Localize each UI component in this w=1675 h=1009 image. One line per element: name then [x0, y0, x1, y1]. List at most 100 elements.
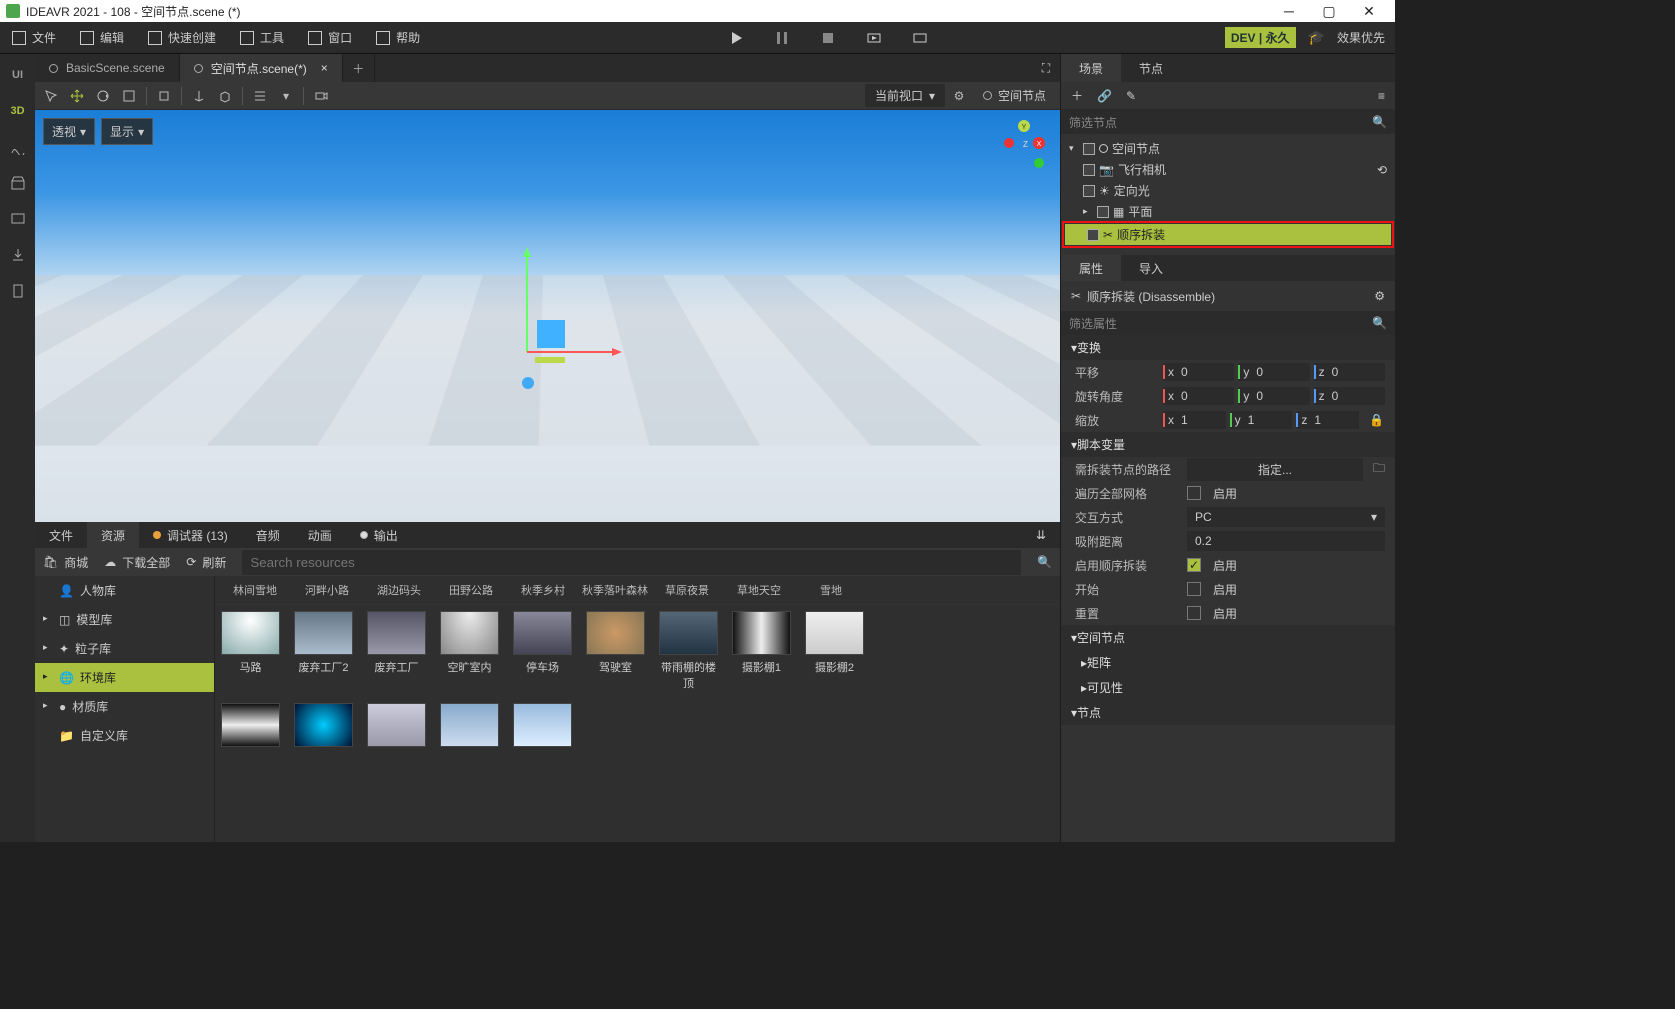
- bottom-tab-file[interactable]: 文件: [35, 522, 87, 548]
- local-tool[interactable]: [187, 84, 211, 108]
- category-name[interactable]: 田野公路: [435, 582, 507, 598]
- tree-light[interactable]: ☀定向光: [1061, 180, 1395, 201]
- filter-properties[interactable]: 筛选属性🔍: [1061, 311, 1395, 335]
- resource-thumb[interactable]: 废弃工厂: [367, 611, 426, 691]
- group-transform[interactable]: ▾变换: [1061, 335, 1395, 360]
- bottom-tab-debugger[interactable]: 调试器 (13): [139, 522, 242, 548]
- bottom-tab-resource[interactable]: 资源: [87, 522, 139, 548]
- bottom-tab-anim[interactable]: 动画: [294, 522, 346, 548]
- scale-y[interactable]: y1: [1230, 411, 1293, 429]
- resource-thumb[interactable]: 停车场: [513, 611, 572, 691]
- cat-model[interactable]: ▸◫模型库: [35, 605, 214, 634]
- category-name[interactable]: 林间雪地: [219, 582, 291, 598]
- enable-order-checkbox[interactable]: ✓: [1187, 558, 1201, 572]
- category-name[interactable]: 秋季乡村: [507, 582, 579, 598]
- resource-thumb[interactable]: 驾驶室: [586, 611, 645, 691]
- camera-tool[interactable]: [309, 84, 333, 108]
- mode-3d[interactable]: 3D: [7, 100, 29, 122]
- close-button[interactable]: ✕: [1349, 3, 1389, 20]
- resource-thumb[interactable]: [367, 703, 426, 747]
- path-button[interactable]: 指定...: [1187, 458, 1363, 481]
- tab-properties[interactable]: 属性: [1061, 255, 1121, 281]
- refresh-link[interactable]: ⟳刷新: [186, 554, 226, 571]
- pause-button[interactable]: [774, 30, 790, 46]
- play-button[interactable]: [728, 30, 744, 46]
- collapse-panel-icon[interactable]: ⇊: [1022, 522, 1060, 548]
- viewport-selector[interactable]: 当前视口▾: [865, 84, 945, 107]
- menu-file[interactable]: 文件: [0, 22, 68, 53]
- translate-y[interactable]: y0: [1238, 363, 1309, 381]
- category-name[interactable]: 草原夜景: [651, 582, 723, 598]
- tab-basic-scene[interactable]: BasicScene.scene: [35, 54, 180, 82]
- nav-gizmo[interactable]: X Y Z: [998, 118, 1048, 178]
- mode-ui[interactable]: UI: [7, 64, 29, 86]
- settings-icon[interactable]: ⚙: [947, 84, 971, 108]
- minimize-button[interactable]: ─: [1269, 3, 1309, 19]
- menu-quick-create[interactable]: 快速创建: [136, 22, 228, 53]
- menu-edit[interactable]: 编辑: [68, 22, 136, 53]
- cat-environment[interactable]: ▸🌐环境库: [35, 663, 214, 692]
- category-name[interactable]: 河畔小路: [291, 582, 363, 598]
- resource-thumb[interactable]: 摄影棚1: [732, 611, 791, 691]
- group-matrix[interactable]: ▸矩阵: [1061, 650, 1395, 675]
- resource-thumb[interactable]: [513, 703, 572, 747]
- download-all-link[interactable]: ☁下载全部: [104, 554, 170, 571]
- cat-material[interactable]: ▸●材质库: [35, 692, 214, 721]
- settings-icon[interactable]: ⚙: [1374, 289, 1385, 303]
- reset-checkbox[interactable]: [1187, 606, 1201, 620]
- start-checkbox[interactable]: [1187, 582, 1201, 596]
- cat-custom[interactable]: 📁自定义库: [35, 721, 214, 750]
- viewport-3d[interactable]: 透视▾ 显示▾ X: [35, 110, 1060, 522]
- tree-root[interactable]: ▾空间节点: [1061, 138, 1395, 159]
- close-tab-icon[interactable]: ×: [321, 61, 328, 75]
- folder-icon[interactable]: 🗀: [1373, 459, 1385, 480]
- resource-thumb[interactable]: [221, 703, 280, 747]
- list-tool[interactable]: [248, 84, 272, 108]
- translate-x[interactable]: x0: [1163, 363, 1234, 381]
- tree-camera[interactable]: 📷飞行相机⟲: [1061, 159, 1395, 180]
- snapdist-input[interactable]: 0.2: [1187, 531, 1385, 551]
- menu-icon[interactable]: ≡: [1378, 89, 1385, 103]
- move-tool[interactable]: [65, 84, 89, 108]
- academic-cap-icon[interactable]: 🎓: [1308, 29, 1325, 46]
- tree-plane[interactable]: ▸▦平面: [1061, 201, 1395, 222]
- translate-z[interactable]: z0: [1314, 363, 1385, 381]
- expand-viewport-icon[interactable]: ⛶: [1032, 61, 1060, 76]
- menu-window[interactable]: 窗口: [296, 22, 364, 53]
- filter-nodes[interactable]: 筛选节点🔍: [1061, 110, 1395, 134]
- maximize-button[interactable]: ▢: [1309, 3, 1349, 20]
- add-tab-button[interactable]: ＋: [343, 54, 375, 82]
- tool-device-icon[interactable]: [7, 208, 29, 230]
- tab-spatial-scene[interactable]: 空间节点.scene(*)×: [180, 54, 343, 82]
- resource-thumb[interactable]: [294, 703, 353, 747]
- perspective-dropdown[interactable]: 透视▾: [43, 118, 95, 145]
- tool-store-icon[interactable]: [7, 172, 29, 194]
- tool-export-icon[interactable]: [7, 244, 29, 266]
- scale-tool[interactable]: [117, 84, 141, 108]
- tree-disassemble[interactable]: ✂顺序拆装: [1065, 224, 1391, 245]
- traverse-checkbox[interactable]: [1187, 486, 1201, 500]
- menu-tools[interactable]: 工具: [228, 22, 296, 53]
- breadcrumb[interactable]: 空间节点: [973, 84, 1056, 107]
- rotate-z[interactable]: z0: [1314, 387, 1385, 405]
- category-name[interactable]: 湖边码头: [363, 582, 435, 598]
- cat-particle[interactable]: ▸✦粒子库: [35, 634, 214, 663]
- tab-scene[interactable]: 场景: [1061, 54, 1121, 82]
- resource-thumb[interactable]: 马路: [221, 611, 280, 691]
- sync-icon[interactable]: ⟲: [1377, 163, 1387, 177]
- rotate-y[interactable]: y0: [1238, 387, 1309, 405]
- bottom-tab-output[interactable]: 输出: [346, 522, 412, 548]
- mall-link[interactable]: 🛍商城: [43, 554, 88, 571]
- interact-dropdown[interactable]: PC▾: [1187, 507, 1385, 527]
- tab-node[interactable]: 节点: [1121, 54, 1181, 82]
- resource-thumb[interactable]: 摄影棚2: [805, 611, 864, 691]
- scale-x[interactable]: x1: [1163, 411, 1226, 429]
- category-name[interactable]: 雪地: [795, 582, 867, 598]
- stop-button[interactable]: [820, 30, 836, 46]
- select-tool[interactable]: [39, 84, 63, 108]
- script-icon[interactable]: ✎: [1126, 89, 1136, 103]
- resource-thumb[interactable]: 带雨棚的楼顶: [659, 611, 718, 691]
- group-visibility[interactable]: ▸可见性: [1061, 675, 1395, 700]
- group-spatial[interactable]: ▾空间节点: [1061, 625, 1395, 650]
- cat-character[interactable]: 👤人物库: [35, 576, 214, 605]
